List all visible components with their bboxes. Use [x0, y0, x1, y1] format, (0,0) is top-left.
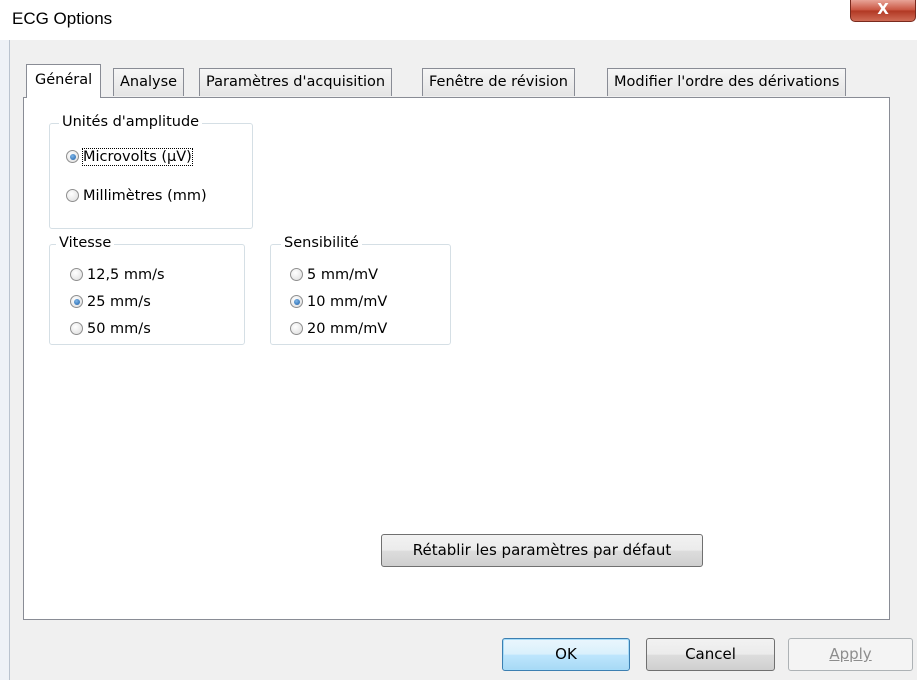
- radio-millimetres-label: Millimètres (mm): [83, 188, 207, 204]
- radio-sensibilite-5[interactable]: 5 mm/mV: [290, 266, 378, 284]
- tab-fenetre-revision[interactable]: Fenêtre de révision: [422, 68, 575, 96]
- vitesse-legend: Vitesse: [56, 234, 115, 252]
- sensibilite-legend: Sensibilité: [281, 234, 362, 252]
- amplitude-units-group: Unités d'amplitude: [49, 113, 253, 229]
- amplitude-units-legend: Unités d'amplitude: [59, 113, 203, 131]
- window-frame-edge: [0, 40, 10, 680]
- radio-sensibilite-10[interactable]: 10 mm/mV: [290, 293, 387, 311]
- radio-unchecked-icon: [290, 322, 303, 335]
- radio-sensibilite-20-label: 20 mm/mV: [307, 321, 388, 337]
- radio-sensibilite-10-label: 10 mm/mV: [307, 294, 388, 310]
- title-bar: ECG Options X: [0, 0, 917, 40]
- radio-unchecked-icon: [70, 268, 83, 281]
- tab-fenetre-revision-label: Fenêtre de révision: [429, 74, 568, 90]
- radio-unchecked-icon: [70, 322, 83, 335]
- radio-unchecked-icon: [66, 189, 79, 202]
- tab-modifier-ordre-derivations[interactable]: Modifier l'ordre des dérivations: [607, 68, 847, 96]
- tab-parametres-acquisition[interactable]: Paramètres d'acquisition: [199, 68, 393, 96]
- radio-vitesse-25[interactable]: 25 mm/s: [70, 293, 151, 311]
- tab-general-label: Général: [35, 72, 93, 88]
- radio-vitesse-12-5[interactable]: 12,5 mm/s: [70, 266, 165, 284]
- radio-checked-icon: [70, 295, 83, 308]
- radio-sensibilite-20[interactable]: 20 mm/mV: [290, 320, 387, 338]
- radio-vitesse-25-label: 25 mm/s: [87, 294, 151, 310]
- radio-microvolts[interactable]: Microvolts (µV): [66, 148, 193, 166]
- apply-button-label: Apply: [829, 645, 872, 663]
- close-button[interactable]: X: [850, 0, 916, 22]
- tab-analyse[interactable]: Analyse: [113, 68, 185, 96]
- radio-sensibilite-5-label: 5 mm/mV: [307, 267, 379, 283]
- reset-defaults-button[interactable]: Rétablir les paramètres par défaut: [381, 534, 703, 567]
- window-title: ECG Options: [12, 9, 113, 28]
- apply-button[interactable]: Apply: [788, 638, 913, 671]
- radio-microvolts-label: Microvolts (µV): [82, 148, 193, 166]
- radio-vitesse-12-5-label: 12,5 mm/s: [87, 267, 165, 283]
- radio-checked-icon: [66, 150, 79, 163]
- tab-parametres-acquisition-label: Paramètres d'acquisition: [206, 74, 386, 90]
- radio-vitesse-50[interactable]: 50 mm/s: [70, 320, 151, 338]
- radio-vitesse-50-label: 50 mm/s: [87, 321, 151, 337]
- close-icon: X: [877, 0, 889, 18]
- tab-modifier-ordre-derivations-label: Modifier l'ordre des dérivations: [614, 74, 840, 90]
- ok-button[interactable]: OK: [502, 638, 630, 671]
- tab-analyse-label: Analyse: [120, 74, 178, 90]
- cancel-button[interactable]: Cancel: [646, 638, 775, 671]
- radio-unchecked-icon: [290, 268, 303, 281]
- ecg-options-dialog: ECG Options X Général Analyse Paramètres…: [0, 0, 917, 680]
- tab-general[interactable]: Général: [26, 64, 102, 98]
- radio-checked-icon: [290, 295, 303, 308]
- radio-millimetres[interactable]: Millimètres (mm): [66, 187, 207, 205]
